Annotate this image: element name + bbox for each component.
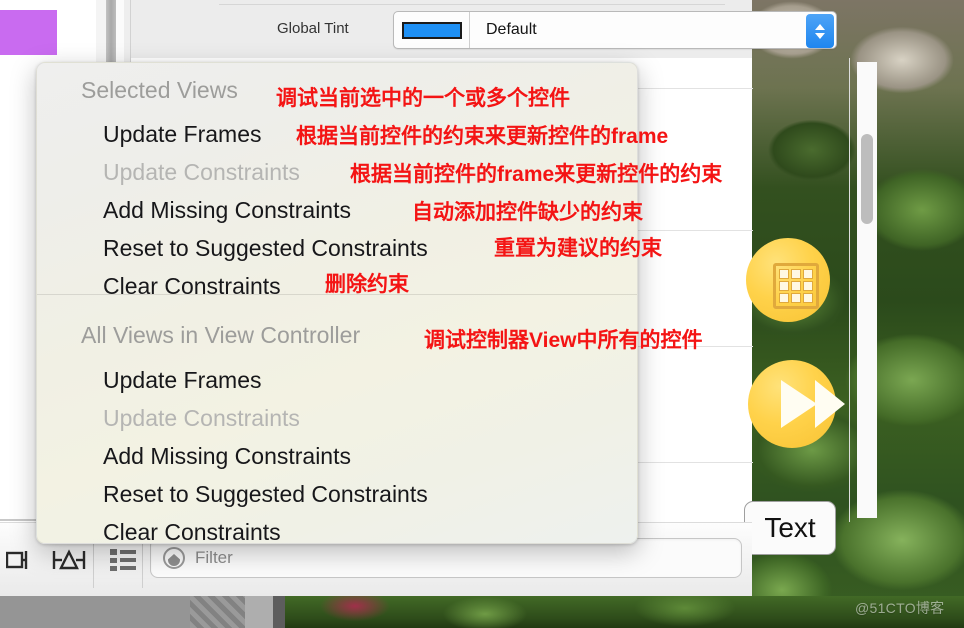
global-tint-value: Default [486,21,537,38]
purple-color-swatch [0,10,57,55]
global-tint-label: Global Tint [277,20,349,37]
filter-field[interactable]: Filter [150,538,742,578]
align-icon[interactable] [0,538,46,582]
annotation-reset-to-suggested-constraints: 重置为建议的约束 [494,237,662,260]
color-swatch-icon [401,21,462,39]
search-icon [163,547,185,569]
canvas-scrollbar-track[interactable] [857,62,877,518]
menu-item-all-add-missing-constraints[interactable]: Add Missing Constraints [37,439,637,474]
chevron-up-icon [815,23,825,30]
text-button[interactable]: Text [744,501,836,555]
play-icon-secondary [815,380,845,428]
filter-placeholder: Filter [195,548,233,567]
menu-item-all-update-constraints: Update Constraints [103,405,300,431]
menu-item-all-reset-to-suggested-constraints[interactable]: Reset to Suggested Constraints [37,477,637,512]
canvas-vertical-divider [849,58,850,522]
attributes-inspector: Global Tint Default [130,0,837,58]
screenshot-root: Global Tint Default Text Filter Selected… [0,0,964,628]
global-tint-combobox[interactable]: Default [393,11,837,49]
annotation-add-missing-constraints: 自动添加控件缺少的约束 [412,201,643,224]
canvas-scrollbar-thumb[interactable] [861,134,873,224]
annotation-clear-constraints: 删除约束 [325,273,409,296]
align-icon-glyph [6,551,28,569]
annotation-all-views: 调试控制器View中所有的控件 [424,329,703,352]
lower-hatch-pattern [190,596,245,628]
bottom-toolbar-icons [0,538,92,582]
menu-item-all-update-frames[interactable]: Update Frames [37,363,637,398]
chevron-down-icon [815,32,825,39]
menu-item-all-clear-constraints[interactable]: Clear Constraints [37,515,637,543]
pin-icon-glyph [52,549,86,570]
pin-icon[interactable] [46,538,92,582]
lower-segment [245,596,273,628]
stepper-icon[interactable] [806,14,834,48]
document-outline-icon[interactable] [100,538,146,582]
document-outline-icon-glyph [110,549,136,571]
annotation-selected-views: 调试当前选中的一个或多个控件 [276,87,570,110]
annotation-update-constraints: 根据当前控件的frame来更新控件的约束 [350,163,723,186]
play-icon [781,380,817,428]
annotation-update-frames: 根据当前控件的约束来更新控件的frame [296,125,669,148]
global-tint-swatch-well[interactable] [394,12,470,48]
grid-icon [773,263,819,309]
lower-segment [273,596,285,628]
inspector-divider [219,4,725,5]
watermark: @51CTO博客 [855,600,945,616]
